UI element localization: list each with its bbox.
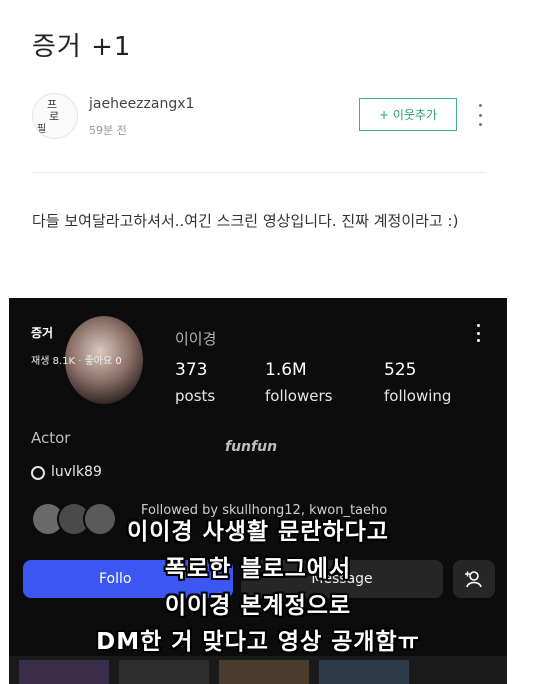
profile-username: 이이경 bbox=[175, 330, 217, 348]
avatar-alt-text-2: 로 bbox=[49, 110, 60, 123]
watermark: funfun bbox=[225, 439, 278, 455]
video-player[interactable]: 증거 재생 8.1K · 좋아요 0 이이경 373 posts 1.6M fo… bbox=[9, 298, 507, 684]
caption-line-2: 폭로한 블로그에서 bbox=[164, 556, 352, 582]
video-overlay-title: 증거 bbox=[31, 326, 54, 340]
caption-line-1: 이이경 사생활 문란하다고 bbox=[127, 519, 389, 545]
post-title: 증거 +1 bbox=[32, 32, 132, 62]
add-neighbor-button[interactable]: + 이웃추가 bbox=[359, 98, 457, 131]
divider bbox=[32, 172, 486, 173]
threads-handle: luvlk89 bbox=[51, 464, 102, 480]
video-overlay-stats: 재생 8.1K · 좋아요 0 bbox=[31, 356, 122, 367]
post-body: 다들 보여달라고하셔서..여긴 스크린 영상입니다. 진짜 계정이라고 :) bbox=[32, 212, 459, 230]
following-label: following bbox=[384, 387, 452, 405]
post-time: 59분 전 bbox=[89, 124, 127, 137]
followers-label: followers bbox=[265, 387, 333, 405]
more-vertical-icon[interactable] bbox=[472, 100, 488, 130]
profile-bio: Actor bbox=[31, 429, 71, 447]
posts-count: 373 bbox=[175, 360, 208, 380]
followers-count: 1.6M bbox=[265, 360, 307, 380]
more-vertical-icon bbox=[477, 324, 483, 342]
author-name[interactable]: jaeheezzangx1 bbox=[89, 96, 194, 112]
caption-line-4: DM한 거 맞다고 영상 공개함ㅠ bbox=[96, 629, 420, 655]
author-avatar[interactable]: 프 로 필 bbox=[32, 93, 78, 139]
caption-line-3: 이이경 본계정으로 bbox=[164, 593, 352, 619]
avatar-alt-text-3: 필 bbox=[37, 124, 47, 135]
threads-icon bbox=[31, 466, 45, 480]
posts-label: posts bbox=[175, 387, 216, 405]
following-count: 525 bbox=[384, 360, 417, 380]
grid-thumbnails bbox=[9, 656, 507, 684]
